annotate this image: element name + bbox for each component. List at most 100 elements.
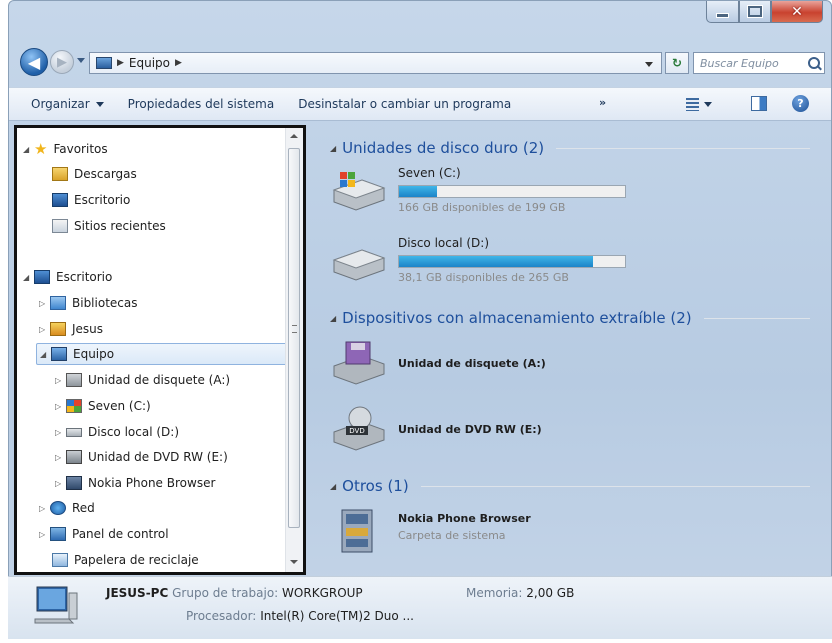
drive-name: Seven (C:) bbox=[398, 166, 461, 180]
dvd-drive-icon bbox=[66, 450, 82, 464]
tree-item-user-jesus[interactable]: ▷ Jesus bbox=[39, 318, 103, 340]
tree-item-recent-places[interactable]: Sitios recientes bbox=[52, 215, 166, 237]
drive-item-a[interactable]: Unidad de disquete (A:) bbox=[330, 340, 546, 386]
workgroup-value: WORKGROUP bbox=[282, 586, 363, 600]
tree-item-label: Panel de control bbox=[72, 527, 169, 541]
uninstall-program-button[interactable]: Desinstalar o cambiar un programa bbox=[298, 97, 511, 111]
group-removable-storage[interactable]: ◢ Dispositivos con almacenamiento extraíb… bbox=[330, 307, 810, 329]
collapsed-arrow-icon[interactable]: ▷ bbox=[39, 504, 48, 513]
tree-item-computer[interactable]: ◢ Equipo bbox=[36, 343, 288, 365]
view-icon bbox=[686, 97, 699, 111]
preview-pane-button[interactable] bbox=[751, 96, 767, 111]
user-folder-icon bbox=[50, 322, 66, 336]
collapsed-arrow-icon[interactable]: ▷ bbox=[39, 299, 48, 308]
drive-name: Unidad de disquete (A:) bbox=[398, 356, 546, 370]
tree-item-control-panel[interactable]: ▷ Panel de control bbox=[39, 523, 169, 545]
tree-item-label: Sitios recientes bbox=[74, 219, 166, 233]
refresh-button[interactable]: ↻ bbox=[665, 52, 689, 74]
group-divider bbox=[420, 485, 810, 487]
group-other[interactable]: ◢ Otros (1) bbox=[330, 475, 810, 497]
address-bar[interactable]: ▶ Equipo ▶ bbox=[89, 52, 662, 74]
address-dropdown-icon[interactable] bbox=[645, 62, 653, 67]
recent-pages-dropdown[interactable] bbox=[77, 58, 85, 63]
tree-item-floppy-drive[interactable]: ▷ Unidad de disquete (A:) bbox=[55, 369, 230, 391]
tree-item-downloads[interactable]: Descargas bbox=[52, 163, 137, 185]
tree-item-network[interactable]: ▷ Red bbox=[39, 497, 95, 519]
system-properties-button[interactable]: Propiedades del sistema bbox=[128, 97, 275, 111]
tree-item-label: Unidad de DVD RW (E:) bbox=[88, 450, 228, 464]
tree-item-label: Equipo bbox=[73, 347, 115, 361]
drive-item-c[interactable]: Seven (C:) 166 GB disponibles de 199 GB bbox=[330, 166, 626, 214]
drive-usage-fill bbox=[399, 256, 594, 267]
tree-item-libraries[interactable]: ▷ Bibliotecas bbox=[39, 292, 137, 314]
memory-info: Memoria: 2,00 GB bbox=[466, 586, 574, 600]
breadcrumb-equipo[interactable]: Equipo bbox=[129, 56, 170, 70]
tree-item-nokia[interactable]: ▷ Nokia Phone Browser bbox=[55, 472, 215, 494]
chevron-down-icon bbox=[95, 102, 104, 107]
floppy-drive-icon bbox=[333, 341, 385, 385]
collapsed-arrow-icon[interactable]: ▷ bbox=[39, 530, 48, 539]
tree-item-label: Unidad de disquete (A:) bbox=[88, 373, 231, 387]
recycle-bin-icon bbox=[52, 553, 68, 567]
expanded-arrow-icon[interactable]: ◢ bbox=[23, 273, 32, 282]
drive-item-e[interactable]: DVD Unidad de DVD RW (E:) bbox=[330, 406, 542, 452]
help-button[interactable]: ? bbox=[792, 95, 809, 112]
change-view-button[interactable] bbox=[686, 96, 712, 112]
drive-usage-fill bbox=[399, 186, 438, 197]
tree-item-label: Jesus bbox=[72, 322, 104, 336]
drive-item-d[interactable]: Disco local (D:) 38,1 GB disponibles de … bbox=[330, 236, 626, 284]
scroll-up-icon[interactable] bbox=[290, 134, 298, 138]
tree-item-label: Bibliotecas bbox=[72, 296, 138, 310]
tree-item-local-d[interactable]: ▷ Disco local (D:) bbox=[55, 421, 179, 443]
more-commands-button[interactable]: » bbox=[599, 96, 606, 109]
collapse-group-icon[interactable]: ◢ bbox=[330, 314, 336, 323]
tree-item-recycle-bin[interactable]: Papelera de reciclaje bbox=[52, 549, 199, 571]
collapsed-arrow-icon[interactable]: ▷ bbox=[55, 479, 64, 488]
tree-item-dvd-e[interactable]: ▷ Unidad de DVD RW (E:) bbox=[55, 446, 228, 468]
scroll-down-icon[interactable] bbox=[290, 560, 298, 564]
drive-name: Disco local (D:) bbox=[398, 236, 490, 250]
scrollbar-thumb[interactable] bbox=[288, 148, 300, 528]
forward-button[interactable]: ▶ bbox=[50, 50, 74, 74]
collapsed-arrow-icon[interactable]: ▷ bbox=[55, 453, 64, 462]
tree-item-desktop-favorite[interactable]: Escritorio bbox=[52, 189, 130, 211]
tree-item-desktop[interactable]: ◢ Escritorio bbox=[23, 266, 112, 288]
minimize-button[interactable] bbox=[706, 1, 739, 23]
collapsed-arrow-icon[interactable]: ▷ bbox=[55, 402, 64, 411]
tree-item-seven-c[interactable]: ▷ Seven (C:) bbox=[55, 395, 151, 417]
expanded-arrow-icon[interactable]: ◢ bbox=[40, 350, 49, 359]
search-icon[interactable] bbox=[808, 57, 820, 69]
search-input[interactable]: Buscar Equipo bbox=[693, 52, 825, 74]
maximize-button[interactable] bbox=[739, 1, 771, 23]
command-bar: Organizar Propiedades del sistema Desins… bbox=[9, 87, 831, 121]
collapsed-arrow-icon[interactable]: ▷ bbox=[55, 376, 64, 385]
collapse-group-icon[interactable]: ◢ bbox=[330, 144, 336, 153]
recent-places-icon bbox=[52, 219, 68, 233]
processor-value: Intel(R) Core(TM)2 Duo ... bbox=[260, 609, 414, 623]
collapse-group-icon[interactable]: ◢ bbox=[330, 482, 336, 491]
group-hard-disks[interactable]: ◢ Unidades de disco duro (2) bbox=[330, 137, 810, 159]
item-type: Carpeta de sistema bbox=[398, 529, 506, 542]
windows-drive-icon bbox=[66, 399, 82, 413]
desktop-icon bbox=[34, 270, 50, 284]
group-title: Dispositivos con almacenamiento extraíbl… bbox=[342, 309, 692, 327]
vertical-scrollbar[interactable] bbox=[285, 128, 303, 572]
expanded-arrow-icon[interactable]: ◢ bbox=[23, 145, 32, 154]
group-title: Unidades de disco duro (2) bbox=[342, 139, 545, 157]
tree-item-label: Red bbox=[72, 501, 95, 515]
drive-free-space: 38,1 GB disponibles de 265 GB bbox=[398, 271, 569, 284]
close-button[interactable]: ✕ bbox=[771, 1, 823, 23]
collapsed-arrow-icon[interactable]: ▷ bbox=[55, 428, 64, 437]
help-icon: ? bbox=[797, 97, 804, 110]
breadcrumb-separator-icon[interactable]: ▶ bbox=[175, 58, 182, 68]
computer-icon bbox=[96, 57, 112, 69]
processor-info: Procesador: Intel(R) Core(TM)2 Duo ... bbox=[186, 609, 414, 623]
tree-item-favorites[interactable]: ◢ ★ Favoritos bbox=[23, 138, 108, 160]
breadcrumb-separator-icon[interactable]: ▶ bbox=[117, 58, 124, 68]
group-divider bbox=[556, 147, 810, 149]
computer-icon bbox=[51, 347, 67, 361]
other-item-nokia[interactable]: Nokia Phone Browser Carpeta de sistema bbox=[330, 508, 531, 554]
back-button[interactable]: ◀ bbox=[20, 48, 48, 76]
organize-button[interactable]: Organizar bbox=[31, 97, 104, 111]
collapsed-arrow-icon[interactable]: ▷ bbox=[39, 325, 48, 334]
